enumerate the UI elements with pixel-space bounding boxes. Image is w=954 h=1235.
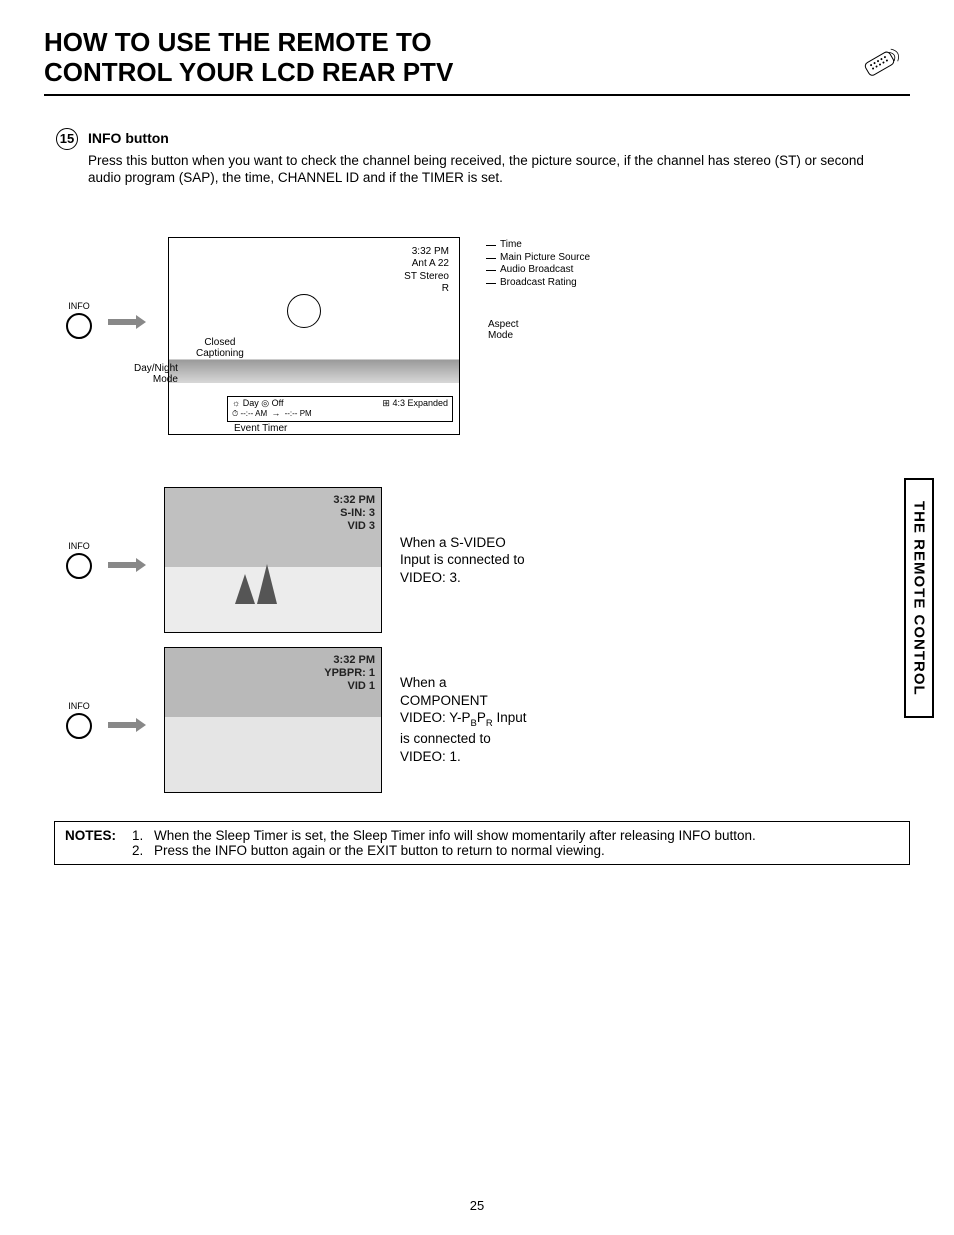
arrow-right-icon [108,718,148,732]
pointer-event-timer: Event Timer [234,423,287,434]
osd-day-off: ☼ Day ◎ Off [232,398,283,408]
osd-rating: R [404,283,449,296]
page-title: HOW TO USE THE REMOTE TO CONTROL YOUR LC… [44,28,453,88]
notes-list: 1. When the Sleep Timer is set, the Slee… [132,828,756,858]
info-button-icon [66,553,92,579]
osd-source: Ant A 22 [404,258,449,271]
osd-timer-pm: --:-- PM [285,409,312,418]
osd-aspect: ⊞ 4:3 Expanded [382,398,448,408]
info-button-label: INFO [68,701,90,711]
info-button-icon [66,313,92,339]
tv-screen-main: 3:32 PM Ant A 22 ST Stereo R ☼ Day ◎ Off… [168,237,460,435]
notes-box: NOTES: 1. When the Sleep Timer is set, t… [54,821,910,865]
arrow-right-icon [108,558,148,572]
section-tab-label: THE REMOTE CONTROL [911,501,928,696]
pointer-day-night: Day/Night Mode [134,363,178,385]
svideo-description: When a S-VIDEO Input is connected to VID… [400,534,600,587]
sun-icon [287,294,321,328]
arrow-right-icon [108,315,148,329]
info-button-description: Press this button when you want to check… [88,152,898,187]
info-button-title: INFO button [88,130,169,146]
tv-screen-svideo: 3:32 PM S-IN: 3 VID 3 [164,487,382,633]
osd-component-info: 3:32 PM YPBPR: 1 VID 1 [324,654,375,694]
page-number: 25 [0,1198,954,1213]
tree-icon [257,564,277,604]
pointer-aspect: Aspect Mode [488,319,519,341]
figure-info-display: INFO 3:32 PM Ant A 22 ST Stereo R ☼ Day [54,237,910,447]
note-item: 2. Press the INFO button again or the EX… [132,843,756,858]
pointer-source: Main Picture Source [486,252,590,265]
remote-icon [854,48,910,88]
pointer-closed-captioning: Closed Captioning [196,337,244,359]
tree-icon [235,574,255,604]
pointer-audio: Audio Broadcast [486,264,590,277]
osd-audio: ST Stereo [404,271,449,284]
osd-time: 3:32 PM [404,246,449,259]
osd-timer-am: ⏱ --:-- AM [232,409,267,418]
info-button-section: 15 INFO button Press this button when yo… [44,128,910,187]
label-pointers: Time Main Picture Source Audio Broadcast… [486,239,590,290]
figure-svideo: INFO 3:32 PM S-IN: 3 VID 3 When a S-VIDE… [54,487,910,633]
component-description: When a COMPONENT VIDEO: Y-PBPR Input is … [400,674,600,765]
onscreen-info-list: 3:32 PM Ant A 22 ST Stereo R [404,246,449,296]
page-title-block: HOW TO USE THE REMOTE TO CONTROL YOUR LC… [44,28,910,96]
info-button-label: INFO [68,541,90,551]
title-line-2: CONTROL YOUR LCD REAR PTV [44,58,453,88]
note-item: 1. When the Sleep Timer is set, the Slee… [132,828,756,843]
osd-overlay-bar: ☼ Day ◎ Off ⊞ 4:3 Expanded ⏱ --:-- AM → … [227,396,453,422]
info-button-label: INFO [68,301,90,311]
item-number-circle: 15 [56,128,78,150]
section-tab: THE REMOTE CONTROL [904,478,934,718]
figure-component: INFO 3:32 PM YPBPR: 1 VID 1 When a COMPO… [54,647,910,793]
notes-label: NOTES: [65,828,116,858]
arrow-small-icon: → [271,408,280,418]
info-button-icon [66,713,92,739]
title-line-1: HOW TO USE THE REMOTE TO [44,28,453,58]
pointer-rating: Broadcast Rating [486,277,590,290]
osd-svideo-info: 3:32 PM S-IN: 3 VID 3 [333,494,375,534]
tv-screen-component: 3:32 PM YPBPR: 1 VID 1 [164,647,382,793]
pointer-time: Time [486,239,590,252]
